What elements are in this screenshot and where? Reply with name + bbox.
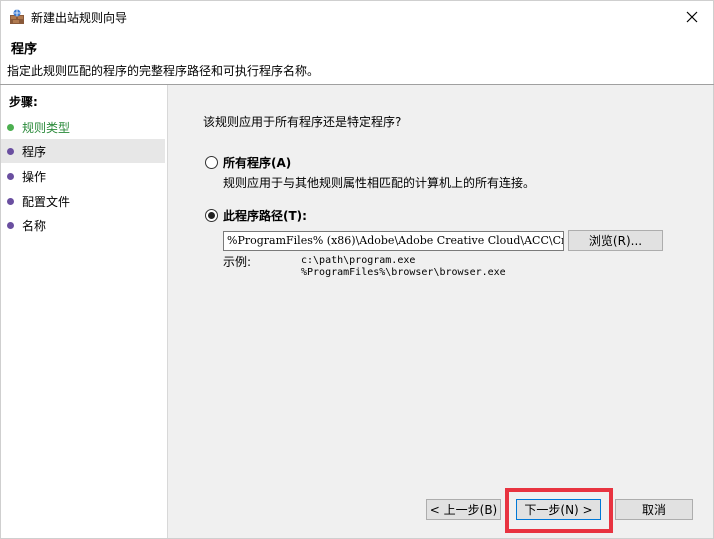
window-title: 新建出站规则向导 [31, 11, 128, 25]
steps-title: 步骤: [9, 95, 38, 109]
scope-question: 该规则应用于所有程序还是特定程序? [203, 115, 402, 129]
program-path-input[interactable]: %ProgramFiles% (x86)\Adobe\Adobe Creativ… [223, 231, 564, 251]
step-status-dot [7, 124, 14, 131]
all-programs-radio[interactable] [205, 156, 218, 169]
all-programs-label[interactable]: 所有程序(A) [223, 154, 291, 171]
step-action[interactable]: 操作 [1, 164, 165, 188]
browse-button[interactable]: 浏览(R)... [568, 230, 663, 251]
step-label: 操作 [22, 170, 47, 184]
step-label: 名称 [22, 219, 47, 233]
wizard-body: 步骤: 规则类型 程序 操作 配置文件 名称 该规则应用于所有程序还是特定程序?… [0, 85, 714, 539]
example-paths: c:\path\program.exe %ProgramFiles%\brows… [301, 255, 506, 279]
step-label: 配置文件 [22, 195, 71, 209]
example-label: 示例: [223, 255, 252, 269]
step-status-dot [7, 148, 14, 155]
step-rule-type[interactable]: 规则类型 [1, 115, 165, 139]
step-label: 程序 [22, 145, 47, 159]
close-button[interactable] [679, 5, 705, 29]
wizard-header: 程序 指定此规则匹配的程序的完整程序路径和可执行程序名称。 [0, 32, 714, 84]
steps-panel: 步骤: 规则类型 程序 操作 配置文件 名称 [1, 85, 167, 538]
step-status-dot [7, 222, 14, 229]
step-program[interactable]: 程序 [1, 139, 165, 163]
step-name[interactable]: 名称 [1, 213, 165, 237]
step-status-dot [7, 173, 14, 180]
program-path-label[interactable]: 此程序路径(T): [223, 207, 307, 224]
example-path-1: c:\path\program.exe [301, 255, 416, 266]
next-button-highlight [505, 488, 613, 533]
back-button[interactable]: < 上一步(B) [426, 499, 501, 520]
title-bar: 新建出站规则向导 [0, 0, 714, 32]
step-profile[interactable]: 配置文件 [1, 189, 165, 213]
close-icon [686, 11, 698, 23]
page-title: 程序 [11, 42, 38, 57]
all-programs-description: 规则应用于与其他规则属性相匹配的计算机上的所有连接。 [223, 176, 536, 190]
step-status-dot [7, 198, 14, 205]
page-description: 指定此规则匹配的程序的完整程序路径和可执行程序名称。 [7, 64, 320, 78]
program-path-radio[interactable] [205, 209, 218, 222]
example-path-2: %ProgramFiles%\browser\browser.exe [301, 267, 506, 278]
steps-divider [167, 85, 168, 538]
firewall-icon [10, 9, 24, 24]
cancel-button[interactable]: 取消 [615, 499, 693, 520]
step-label: 规则类型 [22, 121, 71, 135]
